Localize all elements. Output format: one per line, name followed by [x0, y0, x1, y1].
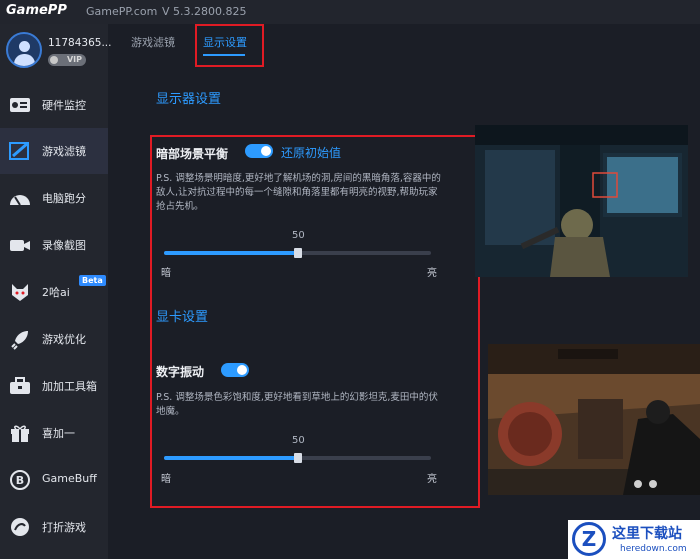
sidebar-item-label: 喜加一 [42, 427, 75, 440]
sidebar: 11784365... VIP 硬件监控 游戏滤镜 电脑跑分 录像截图 2哈ai… [0, 24, 112, 559]
avatar[interactable] [6, 32, 42, 68]
digital-vibrance-description: P.S. 调整场景色彩饱和度,更好地看到草地上的幻影坦克,麦田中的伏地魔。 [156, 392, 438, 417]
dark-balance-slider-handle[interactable] [293, 248, 302, 258]
digital-vibrance-label: 数字振动 [156, 365, 205, 379]
sidebar-item-game-optimize[interactable]: 游戏优化 [0, 316, 108, 362]
sidebar-item-label: 游戏优化 [42, 333, 86, 346]
sidebar-item-label: 2哈ai [42, 286, 70, 299]
sidebar-item-recording[interactable]: 录像截图 [0, 222, 108, 268]
app-logo: GamePP [6, 3, 67, 18]
highlight-box-tab [195, 24, 264, 67]
sidebar-item-game-filter[interactable]: 游戏滤镜 [0, 128, 108, 174]
slider-max-label: 亮 [427, 268, 437, 279]
tab-game-filter[interactable]: 游戏滤镜 [131, 34, 175, 50]
rocket-icon [8, 328, 32, 350]
digital-vibrance-slider-handle[interactable] [293, 453, 302, 463]
vibrance-scene-preview-image [488, 344, 700, 495]
dark-scene-preview-image [475, 125, 688, 277]
sidebar-item-label: 录像截图 [42, 239, 86, 252]
gift-icon [8, 422, 32, 444]
digital-vibrance-toggle[interactable] [221, 363, 249, 377]
monitor-section-title: 显示器设置 [156, 92, 222, 107]
sidebar-item-label: 打折游戏 [42, 521, 86, 534]
sidebar-item-toolbox[interactable]: 加加工具箱 [0, 363, 108, 409]
sidebar-item-label: 游戏滤镜 [42, 145, 86, 158]
discount-icon [8, 516, 32, 538]
site-url: GamePP.com [86, 5, 158, 18]
sidebar-item-discount-games[interactable]: 打折游戏 [0, 504, 108, 550]
gamebuff-icon: B [8, 469, 32, 491]
sidebar-item-hardware-monitor[interactable]: 硬件监控 [0, 82, 108, 128]
husky-icon [8, 281, 32, 303]
reset-default-link[interactable]: 还原初始值 [281, 144, 341, 161]
version-label: V 5.3.2800.825 [162, 5, 247, 18]
user-panel[interactable]: 11784365... VIP [0, 24, 112, 80]
user-id: 11784365... [48, 37, 112, 49]
vip-badge: VIP [48, 54, 86, 66]
dark-balance-label: 暗部场景平衡 [156, 147, 229, 161]
gpu-section-title: 显卡设置 [156, 310, 209, 325]
sidebar-item-label: GameBuff [42, 472, 97, 485]
monitor-icon [8, 94, 32, 116]
digital-vibrance-slider[interactable] [164, 453, 431, 463]
dark-balance-value: 50 [292, 230, 305, 241]
dark-balance-description: P.S. 调整场景明暗度,更好地了解机场的洞,房间的黑暗角落,容器中的敌人,让对… [156, 173, 441, 212]
svg-text:B: B [16, 474, 24, 487]
sidebar-item-free-games[interactable]: 喜加一 [0, 410, 108, 456]
watermark-logo: Z 这里下载站 heredown.com [568, 520, 700, 559]
sidebar-item-label: 硬件监控 [42, 99, 86, 112]
camera-icon [8, 234, 32, 256]
dark-balance-toggle[interactable] [245, 144, 273, 158]
watermark-url: heredown.com [620, 544, 687, 554]
speedometer-icon [8, 187, 32, 209]
sidebar-item-label: 电脑跑分 [42, 192, 86, 205]
sidebar-item-benchmark[interactable]: 电脑跑分 [0, 175, 108, 221]
sidebar-item-2ha-ai[interactable]: 2哈ai Beta [0, 269, 108, 315]
sidebar-item-label: 加加工具箱 [42, 380, 97, 393]
title-bar: GamePP GamePP.com V 5.3.2800.825 [0, 0, 700, 24]
filter-icon [8, 140, 32, 162]
slider-min-label: 暗 [161, 474, 171, 485]
dark-balance-slider[interactable] [164, 248, 431, 258]
watermark-title: 这里下载站 [612, 526, 682, 542]
slider-max-label: 亮 [427, 474, 437, 485]
watermark-z-icon: Z [572, 522, 606, 556]
toolbox-icon [8, 375, 32, 397]
sidebar-item-gamebuff[interactable]: B GameBuff [0, 457, 108, 503]
slider-min-label: 暗 [161, 268, 171, 279]
beta-badge: Beta [79, 275, 106, 286]
digital-vibrance-value: 50 [292, 435, 305, 446]
